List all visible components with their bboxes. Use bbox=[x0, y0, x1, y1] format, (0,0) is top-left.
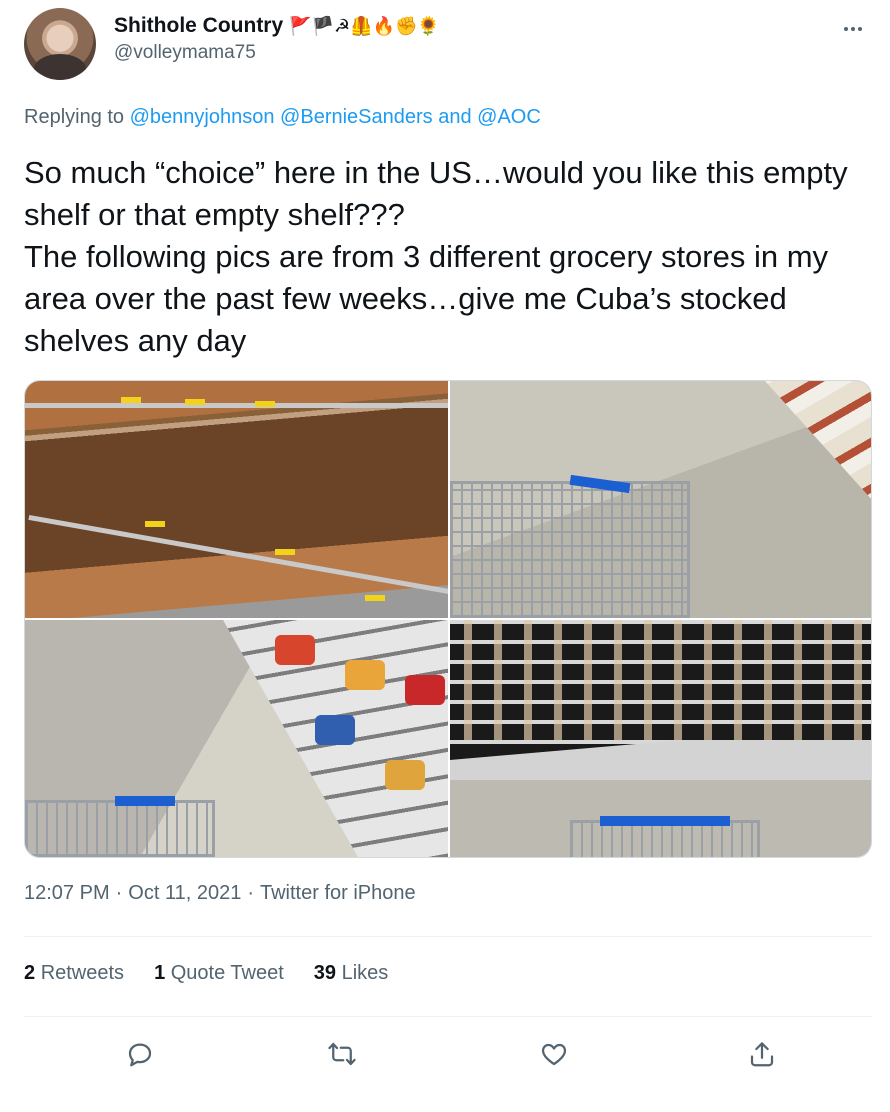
display-name-row[interactable]: Shithole Country 🚩🏴☭🦺🔥✊🌻 bbox=[114, 14, 440, 38]
tweet-source[interactable]: Twitter for iPhone bbox=[260, 882, 416, 904]
retweets-stat[interactable]: 2 Retweets bbox=[24, 962, 124, 985]
retweet-icon[interactable] bbox=[320, 1032, 364, 1076]
photo-fridge[interactable] bbox=[450, 620, 871, 857]
meta-separator: · bbox=[115, 882, 123, 904]
replying-to: Replying to @bennyjohnson @BernieSanders… bbox=[24, 106, 541, 129]
likes-stat[interactable]: 39 Likes bbox=[314, 962, 389, 985]
media-grid bbox=[24, 380, 872, 858]
mention-link[interactable]: @BernieSanders bbox=[280, 106, 433, 128]
photo-chip-aisle[interactable] bbox=[25, 620, 448, 857]
tweet-date[interactable]: Oct 11, 2021 bbox=[128, 882, 241, 904]
action-bar bbox=[24, 1032, 872, 1076]
display-name[interactable]: Shithole Country bbox=[114, 14, 283, 38]
mention-joiner[interactable]: and bbox=[438, 106, 471, 128]
meta-separator: · bbox=[247, 882, 254, 904]
tweet-header: Shithole Country 🚩🏴☭🦺🔥✊🌻 @volleymama75 bbox=[24, 8, 872, 88]
tweet-text: So much “choice” here in the US…would yo… bbox=[24, 155, 848, 358]
likes-count: 39 bbox=[313, 962, 337, 984]
avatar[interactable] bbox=[24, 8, 96, 80]
photo-empty-shelf[interactable] bbox=[25, 381, 448, 618]
more-options-icon[interactable] bbox=[838, 18, 868, 40]
replying-prefix: Replying to bbox=[24, 106, 125, 128]
quotes-stat[interactable]: 1 Quote Tweet bbox=[154, 962, 284, 985]
retweets-count: 2 bbox=[24, 962, 36, 984]
quotes-count: 1 bbox=[154, 962, 166, 984]
emoji-badges: 🚩🏴☭🦺🔥✊🌻 bbox=[289, 15, 440, 36]
divider bbox=[24, 936, 872, 937]
retweets-label: Retweets bbox=[40, 962, 125, 984]
engagement-stats: 2 Retweets 1 Quote Tweet 39 Likes bbox=[24, 962, 388, 985]
tweet-meta: 12:07 PM · Oct 11, 2021 · Twitter for iPhone bbox=[24, 882, 416, 905]
photo-aisle-cart[interactable] bbox=[450, 381, 871, 618]
likes-label: Likes bbox=[341, 962, 389, 984]
tweet-time[interactable]: 12:07 PM bbox=[24, 882, 110, 904]
quotes-label: Quote Tweet bbox=[170, 962, 284, 984]
mention-link[interactable]: @bennyjohnson bbox=[130, 106, 275, 128]
share-icon[interactable] bbox=[740, 1032, 784, 1076]
like-icon[interactable] bbox=[532, 1032, 576, 1076]
user-handle[interactable]: @volleymama75 bbox=[114, 42, 440, 64]
reply-icon[interactable] bbox=[118, 1032, 162, 1076]
mention-link[interactable]: @AOC bbox=[477, 106, 541, 128]
divider bbox=[24, 1016, 872, 1017]
author-block: Shithole Country 🚩🏴☭🦺🔥✊🌻 @volleymama75 bbox=[114, 14, 440, 64]
